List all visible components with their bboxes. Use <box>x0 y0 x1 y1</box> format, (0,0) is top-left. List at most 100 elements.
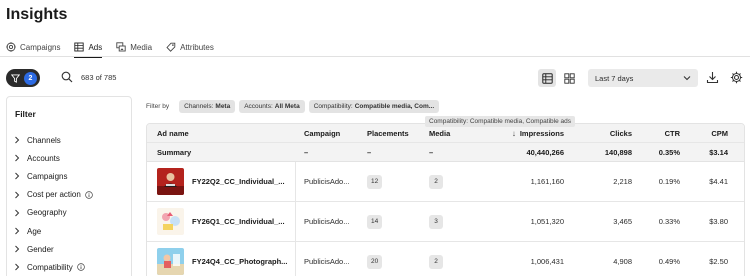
date-range-select[interactable]: Last 7 days <box>588 69 698 87</box>
table-view-button[interactable] <box>538 69 556 87</box>
clicks-cell: 2,218 <box>613 177 632 186</box>
sidebar-item-label: Campaigns <box>27 171 68 181</box>
sidebar-item-label: Age <box>27 226 42 236</box>
sidebar-item-cost-per-action[interactable]: Cost per action <box>14 186 93 204</box>
ctr-cell: 0.49% <box>658 257 680 266</box>
ad-thumbnail[interactable] <box>157 208 184 235</box>
info-icon[interactable] <box>85 190 93 199</box>
campaign-cell: PublicisAdo... <box>304 257 350 266</box>
tab-label: Attributes <box>180 42 214 52</box>
impressions-cell: 1,161,160 <box>530 177 564 186</box>
tab-attributes[interactable]: Attributes <box>166 40 214 54</box>
ctr-cell: 0.33% <box>658 217 680 226</box>
ad-name[interactable]: FY22Q2_CC_Individual_... <box>192 177 285 186</box>
chip-key: Compatibility: <box>313 102 353 110</box>
sidebar-item-age[interactable]: Age <box>14 222 93 240</box>
target-icon <box>6 42 16 52</box>
chevron-down-icon <box>683 76 691 81</box>
column-divider <box>295 162 296 276</box>
sidebar-item-label: Cost per action <box>27 190 81 200</box>
sidebar-item-channels[interactable]: Channels <box>14 131 93 149</box>
filter-chip-accounts[interactable]: Accounts: All Meta <box>239 99 305 113</box>
table-row[interactable]: FY26Q1_CC_Individual_... PublicisAdo... 14… <box>147 202 744 242</box>
chevron-right-icon <box>15 245 20 253</box>
clicks-cell: 3,465 <box>613 217 632 226</box>
toolbar: 2 683 of 785 Last 7 days <box>6 68 744 88</box>
ad-name[interactable]: FY24Q4_CC_Photograph... <box>192 257 287 266</box>
chip-key: Channels: <box>184 102 214 110</box>
sidebar-title: Filter <box>15 109 36 119</box>
ad-thumbnail[interactable] <box>157 248 184 275</box>
chip-value: All Meta <box>274 102 300 110</box>
sidebar-items: Channels Accounts Campaigns Cost per action… <box>14 131 93 276</box>
cpm-cell: $2.50 <box>709 257 728 266</box>
column-header-campaign[interactable]: Campaign <box>304 124 340 142</box>
table-row[interactable]: FY22Q2_CC_Individual_... PublicisAdo... 12… <box>147 162 744 202</box>
sidebar-item-label: Geography <box>27 208 67 218</box>
column-header-ctr[interactable]: CTR <box>642 124 680 142</box>
download-icon[interactable] <box>706 71 719 84</box>
summary-ctr: 0.35% <box>658 147 680 157</box>
filter-chip-compatibility[interactable]: Compatibility: Compatible media, Com... <box>308 99 440 113</box>
filter-count-badge: 2 <box>24 71 37 85</box>
sidebar-item-compatibility[interactable]: Compatibility <box>14 258 93 276</box>
column-header-ad-name[interactable]: Ad name <box>157 124 189 142</box>
summary-clicks: 140,898 <box>604 147 632 157</box>
tabs-divider <box>0 56 750 57</box>
column-header-cpm[interactable]: CPM <box>692 124 728 142</box>
sidebar-item-gender[interactable]: Gender <box>14 240 93 258</box>
grid-view-button[interactable] <box>560 69 578 87</box>
summary-row: Summary – – – 40,440,266 140,898 0.35% $… <box>147 143 744 162</box>
tab-ads[interactable]: Ads <box>74 40 102 58</box>
cpm-cell: $4.41 <box>709 177 728 186</box>
tab-label: Media <box>130 42 153 52</box>
filter-chip-channels[interactable]: Channels: Meta <box>179 99 236 113</box>
clicks-cell: 4,908 <box>613 257 632 266</box>
media-icon <box>116 42 126 52</box>
media-badge: 2 <box>429 174 443 189</box>
ctr-cell: 0.19% <box>658 177 680 186</box>
placements-badge: 14 <box>367 214 383 229</box>
column-header-placements[interactable]: Placements <box>367 124 409 142</box>
tag-icon <box>166 42 176 52</box>
summary-placements: – <box>367 147 372 157</box>
sidebar-item-label: Accounts <box>27 153 60 163</box>
result-count: 683 of 785 <box>81 73 117 82</box>
sidebar-item-geography[interactable]: Geography <box>14 204 93 222</box>
sidebar-item-campaigns[interactable]: Campaigns <box>14 167 93 185</box>
campaign-cell: PublicisAdo... <box>304 177 350 186</box>
placements-badge: 20 <box>367 254 383 269</box>
column-header-label: Impressions <box>519 128 564 138</box>
impressions-cell: 1,051,320 <box>530 217 564 226</box>
summary-cpm: $3.14 <box>709 147 728 157</box>
tab-media[interactable]: Media <box>116 40 152 54</box>
chevron-right-icon <box>15 209 20 217</box>
filter-by-label: Filter by <box>146 102 170 110</box>
tab-bar: Campaigns Ads Media Attributes <box>6 40 214 58</box>
tab-campaigns[interactable]: Campaigns <box>6 40 60 54</box>
summary-campaign: – <box>304 147 309 157</box>
search-icon[interactable] <box>61 71 73 83</box>
filter-sidebar: Filter Channels Accounts Campaigns Cost per… <box>6 96 132 276</box>
ad-name[interactable]: FY26Q1_CC_Individual_... <box>192 217 285 226</box>
ad-thumbnail[interactable] <box>157 168 184 195</box>
chevron-right-icon <box>15 264 20 271</box>
campaign-cell: PublicisAdo... <box>304 217 350 226</box>
chevron-right-icon <box>15 173 20 180</box>
media-badge: 3 <box>429 214 443 229</box>
sort-down-icon: ↓ <box>511 128 516 138</box>
chip-value: Meta <box>215 102 231 110</box>
table-row[interactable]: FY24Q4_CC_Photograph... PublicisAdo... 20 2… <box>147 242 744 276</box>
sidebar-item-accounts[interactable]: Accounts <box>14 149 93 167</box>
gear-icon[interactable] <box>730 71 743 84</box>
summary-media: – <box>429 147 434 157</box>
filter-toggle-button[interactable]: 2 <box>6 69 40 87</box>
impressions-cell: 1,006,431 <box>530 257 564 266</box>
media-badge: 2 <box>429 254 443 269</box>
grid-view-icon <box>563 72 575 84</box>
applied-filters: Filter by Channels: Meta Accounts: All Met… <box>146 99 440 113</box>
chevron-right-icon <box>15 154 20 162</box>
chevron-right-icon <box>15 136 20 144</box>
column-header-clicks[interactable]: Clicks <box>577 124 632 142</box>
info-icon[interactable] <box>77 263 85 272</box>
